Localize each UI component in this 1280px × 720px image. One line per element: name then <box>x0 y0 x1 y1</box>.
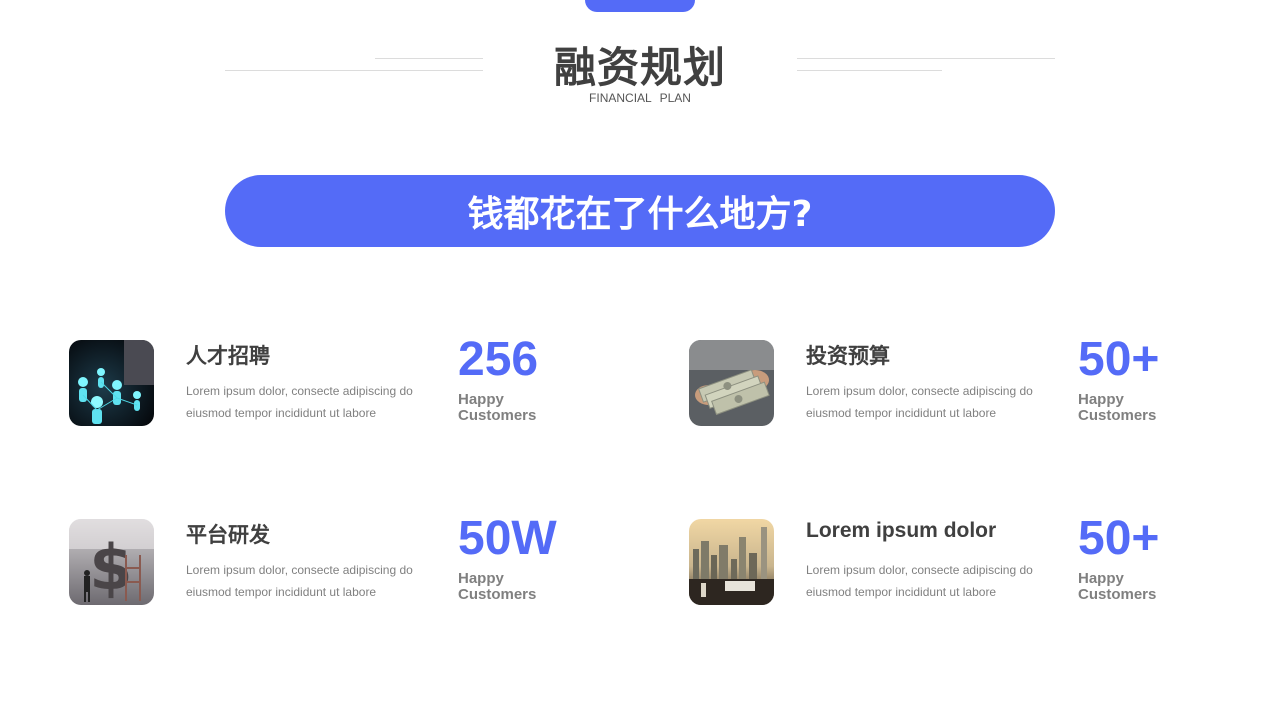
network-people-image <box>69 340 154 426</box>
dollar-sign-businessman-image: $ <box>69 519 154 605</box>
top-accent-tab <box>585 0 695 12</box>
stat-label: Happy Customers <box>458 391 537 424</box>
page-subtitle: FINANCIAL PLAN <box>589 91 691 105</box>
item-title: 平台研发 <box>186 523 270 547</box>
item-description: Lorem ipsum dolor, consecte adipiscing d… <box>186 563 413 599</box>
question-text: 钱都花在了什么地方? <box>467 194 813 235</box>
stat-value: 50+ <box>1078 333 1160 386</box>
item-title: 投资预算 <box>806 344 890 368</box>
question-banner: 钱都花在了什么地方? <box>225 175 1055 247</box>
plan-item-platform: $ 平台研发 Lorem ipsum dolor, consecte adipi… <box>69 512 629 619</box>
item-description: Lorem ipsum dolor, consecte adipiscing d… <box>186 384 413 420</box>
item-title: 人才招聘 <box>186 344 270 368</box>
plan-item-talent: 人才招聘 Lorem ipsum dolor, consecte adipisc… <box>69 333 629 440</box>
plan-item-investment: 投资预算 Lorem ipsum dolor, consecte adipisc… <box>689 333 1249 440</box>
item-description: Lorem ipsum dolor, consecte adipiscing d… <box>806 384 1033 420</box>
stat-label: Happy Customers <box>1078 570 1157 603</box>
stat-value: 50W <box>458 512 557 565</box>
item-title: Lorem ipsum dolor <box>806 519 997 542</box>
stat-label: Happy Customers <box>458 570 537 603</box>
stat-value: 256 <box>458 333 539 386</box>
item-description: Lorem ipsum dolor, consecte adipiscing d… <box>806 563 1033 599</box>
city-view-desk-image <box>689 519 774 605</box>
plan-item-lorem: Lorem ipsum dolor Lorem ipsum dolor, con… <box>689 512 1249 619</box>
stat-value: 50+ <box>1078 512 1160 565</box>
cash-money-image <box>689 340 774 426</box>
page-title: 融资规划 <box>553 43 726 92</box>
stat-label: Happy Customers <box>1078 391 1157 424</box>
